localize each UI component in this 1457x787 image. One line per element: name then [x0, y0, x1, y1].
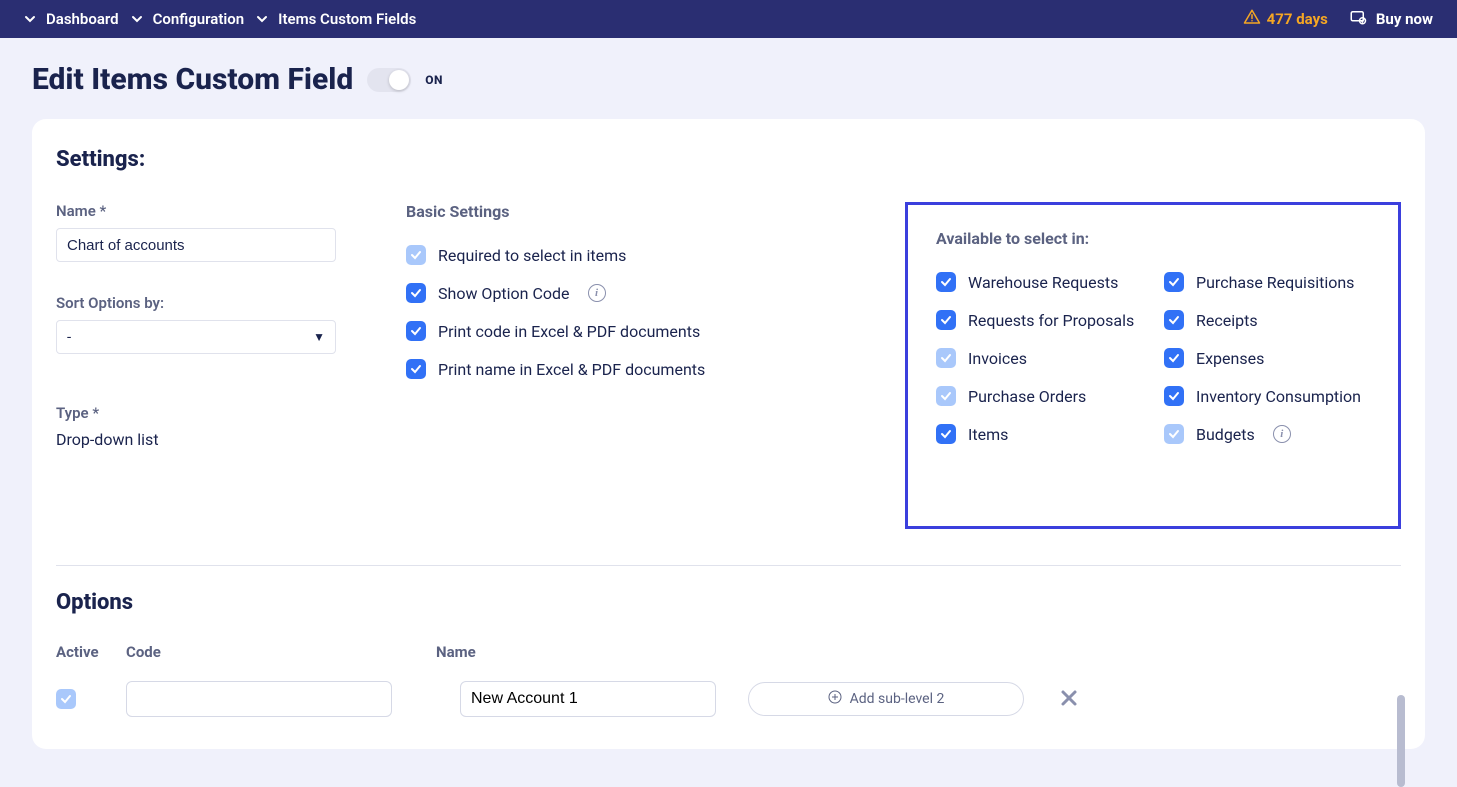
- option-active-checkbox[interactable]: [56, 689, 76, 709]
- options-header: Active Code Name: [56, 643, 1401, 661]
- checkbox-label: Items: [968, 425, 1008, 444]
- buy-now-label: Buy now: [1376, 10, 1433, 28]
- checkbox[interactable]: [936, 348, 956, 368]
- plus-circle-icon: [828, 690, 842, 708]
- available-left-4: Items: [936, 424, 1148, 444]
- checkbox-label: Invoices: [968, 349, 1027, 368]
- basic-settings-column: Basic Settings Required to select in ite…: [406, 202, 776, 397]
- available-section: Available to select in: Warehouse Reques…: [905, 202, 1401, 529]
- settings-card: Settings: Name * Sort Options by: - ▼ Ty…: [32, 119, 1425, 749]
- available-right-1: Receipts: [1164, 310, 1376, 330]
- available-left-2: Invoices: [936, 348, 1148, 368]
- checkbox[interactable]: [406, 283, 426, 303]
- settings-heading: Settings:: [56, 147, 1401, 172]
- available-left-1: Requests for Proposals: [936, 310, 1148, 330]
- sort-options-value: -: [67, 328, 71, 346]
- topbar: Dashboard Configuration Items Custom Fie…: [0, 0, 1457, 38]
- column-code: Code: [126, 643, 416, 661]
- checkbox[interactable]: [936, 424, 956, 444]
- available-right-2: Expenses: [1164, 348, 1376, 368]
- breadcrumb: Dashboard Configuration Items Custom Fie…: [24, 10, 416, 28]
- page-body: Edit Items Custom Field ON Settings: Nam…: [0, 38, 1457, 773]
- available-heading: Available to select in:: [936, 229, 1376, 248]
- settings-left-column: Name * Sort Options by: - ▼ Type * Drop-…: [56, 202, 346, 449]
- checkbox-label: Requests for Proposals: [968, 311, 1134, 330]
- checkbox-label: Warehouse Requests: [968, 273, 1118, 292]
- chevron-down-icon: [131, 13, 143, 25]
- options-heading: Options: [56, 590, 1401, 615]
- checkbox-label: Print name in Excel & PDF documents: [438, 360, 705, 379]
- column-active: Active: [56, 643, 106, 661]
- checkbox[interactable]: [1164, 272, 1184, 292]
- warning-text: 477 days: [1267, 10, 1328, 28]
- chevron-down-icon: [24, 13, 36, 25]
- settings-grid: Name * Sort Options by: - ▼ Type * Drop-…: [56, 202, 1401, 529]
- checkbox[interactable]: [406, 245, 426, 265]
- sort-options-select[interactable]: - ▼: [56, 320, 336, 354]
- page-title-row: Edit Items Custom Field ON: [32, 62, 1425, 97]
- add-sublevel-label: Add sub-level 2: [850, 691, 945, 707]
- type-value: Drop-down list: [56, 430, 346, 449]
- checkbox[interactable]: [1164, 424, 1184, 444]
- checkbox-label: Expenses: [1196, 349, 1264, 368]
- active-toggle[interactable]: [367, 68, 411, 92]
- checkbox-label: Inventory Consumption: [1196, 387, 1361, 406]
- name-input[interactable]: [56, 228, 336, 262]
- option-row: Add sub-level 2: [56, 681, 1401, 717]
- breadcrumb-label: Items Custom Fields: [278, 10, 416, 28]
- sort-label: Sort Options by:: [56, 294, 346, 312]
- chevron-down-icon: [256, 13, 268, 25]
- toggle-knob: [389, 70, 409, 90]
- basic-setting-1: Show Option Code i: [406, 283, 776, 303]
- breadcrumb-items-custom-fields[interactable]: Items Custom Fields: [256, 10, 416, 28]
- checkbox[interactable]: [936, 310, 956, 330]
- topbar-right: 477 days Buy now: [1243, 8, 1433, 30]
- add-sublevel-button[interactable]: Add sub-level 2: [748, 682, 1024, 716]
- checkbox[interactable]: [1164, 348, 1184, 368]
- warning-badge[interactable]: 477 days: [1243, 8, 1328, 30]
- available-right-3: Inventory Consumption: [1164, 386, 1376, 406]
- info-icon[interactable]: i: [588, 284, 606, 302]
- basic-setting-0: Required to select in items: [406, 245, 776, 265]
- available-left-3: Purchase Orders: [936, 386, 1148, 406]
- info-icon[interactable]: i: [1273, 425, 1291, 443]
- available-right-0: Purchase Requisitions: [1164, 272, 1376, 292]
- available-left-0: Warehouse Requests: [936, 272, 1148, 292]
- checkbox[interactable]: [406, 321, 426, 341]
- scrollbar[interactable]: [1397, 695, 1405, 787]
- name-label: Name *: [56, 202, 346, 220]
- option-name-input[interactable]: [460, 681, 716, 717]
- breadcrumb-configuration[interactable]: Configuration: [131, 10, 245, 28]
- checkbox[interactable]: [936, 386, 956, 406]
- checkbox[interactable]: [406, 359, 426, 379]
- checkbox[interactable]: [1164, 386, 1184, 406]
- checkbox[interactable]: [936, 272, 956, 292]
- page-title: Edit Items Custom Field: [32, 62, 353, 97]
- warning-icon: [1243, 8, 1261, 30]
- checkbox-label: Show Option Code: [438, 284, 570, 303]
- breadcrumb-label: Dashboard: [46, 10, 119, 28]
- caret-down-icon: ▼: [313, 330, 325, 344]
- checkbox-label: Budgets: [1196, 425, 1255, 444]
- basic-setting-2: Print code in Excel & PDF documents: [406, 321, 776, 341]
- type-label: Type *: [56, 404, 346, 422]
- buy-now-button[interactable]: Buy now: [1348, 8, 1433, 30]
- checkbox-label: Purchase Orders: [968, 387, 1086, 406]
- checkbox[interactable]: [1164, 310, 1184, 330]
- column-name: Name: [436, 643, 716, 661]
- available-right-4: Budgets i: [1164, 424, 1376, 444]
- toggle-label: ON: [425, 73, 443, 87]
- basic-settings-heading: Basic Settings: [406, 202, 776, 221]
- checkbox-label: Print code in Excel & PDF documents: [438, 322, 700, 341]
- basic-setting-3: Print name in Excel & PDF documents: [406, 359, 776, 379]
- breadcrumb-dashboard[interactable]: Dashboard: [24, 10, 119, 28]
- divider: [56, 565, 1401, 566]
- checkbox-label: Receipts: [1196, 311, 1258, 330]
- breadcrumb-label: Configuration: [153, 10, 245, 28]
- checkbox-label: Purchase Requisitions: [1196, 273, 1354, 292]
- checkbox-label: Required to select in items: [438, 246, 626, 265]
- cart-icon: [1348, 8, 1368, 30]
- remove-row-button[interactable]: [1060, 689, 1080, 709]
- option-code-input[interactable]: [126, 681, 392, 717]
